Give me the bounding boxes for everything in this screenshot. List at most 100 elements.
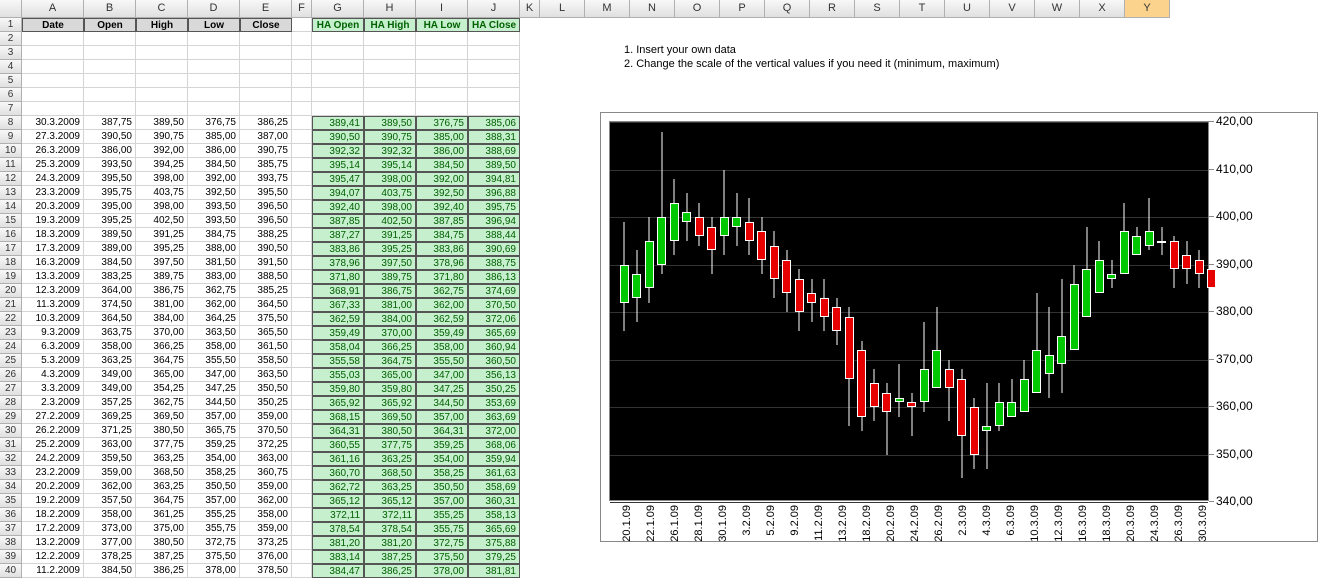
row-header-22[interactable]: 22 (0, 312, 22, 326)
col-header-C[interactable]: C (136, 0, 188, 18)
cell-F9[interactable] (292, 130, 312, 144)
cell-I35[interactable]: 357,00 (416, 494, 468, 508)
cell-B24[interactable]: 358,00 (84, 340, 136, 354)
col-header-J[interactable]: J (468, 0, 520, 18)
cell-G16[interactable]: 387,27 (312, 228, 364, 242)
cell-B16[interactable]: 389,50 (84, 228, 136, 242)
cell-E10[interactable]: 390,75 (240, 144, 292, 158)
cell-E19[interactable]: 388,50 (240, 270, 292, 284)
cell-H24[interactable]: 366,25 (364, 340, 416, 354)
cell-J36[interactable]: 358,13 (468, 508, 520, 522)
row-header-1[interactable]: 1 (0, 18, 22, 32)
cell-E20[interactable]: 385,25 (240, 284, 292, 298)
cell-F24[interactable] (292, 340, 312, 354)
col-header-Q[interactable]: Q (765, 0, 810, 18)
cell-C15[interactable]: 402,50 (136, 214, 188, 228)
cell-I15[interactable]: 387,85 (416, 214, 468, 228)
cell-D24[interactable]: 358,00 (188, 340, 240, 354)
cell-D7[interactable] (188, 102, 240, 116)
cell-I30[interactable]: 364,31 (416, 424, 468, 438)
cell-G25[interactable]: 355,58 (312, 354, 364, 368)
cell-D33[interactable]: 358,25 (188, 466, 240, 480)
cell-A8[interactable]: 30.3.2009 (22, 116, 84, 130)
cell-I34[interactable]: 350,50 (416, 480, 468, 494)
cell-E35[interactable]: 362,00 (240, 494, 292, 508)
col-header-B[interactable]: B (84, 0, 136, 18)
row-header-40[interactable]: 40 (0, 564, 22, 578)
cell-C25[interactable]: 364,75 (136, 354, 188, 368)
cell-C34[interactable]: 363,25 (136, 480, 188, 494)
cell-F28[interactable] (292, 396, 312, 410)
cell-H4[interactable] (364, 60, 416, 74)
row-header-3[interactable]: 3 (0, 46, 22, 60)
cell-C12[interactable]: 398,00 (136, 172, 188, 186)
cell-E34[interactable]: 359,00 (240, 480, 292, 494)
cell-H22[interactable]: 384,00 (364, 312, 416, 326)
cell-H10[interactable]: 392,32 (364, 144, 416, 158)
cell-F17[interactable] (292, 242, 312, 256)
cell-A4[interactable] (22, 60, 84, 74)
cell-C33[interactable]: 368,50 (136, 466, 188, 480)
cell-E16[interactable]: 388,25 (240, 228, 292, 242)
row-header-33[interactable]: 33 (0, 466, 22, 480)
cell-F10[interactable] (292, 144, 312, 158)
cell-H27[interactable]: 359,80 (364, 382, 416, 396)
cell-H36[interactable]: 372,11 (364, 508, 416, 522)
cell-B10[interactable]: 386,00 (84, 144, 136, 158)
cell-B38[interactable]: 377,00 (84, 536, 136, 550)
cell-A7[interactable] (22, 102, 84, 116)
cell-G28[interactable]: 365,92 (312, 396, 364, 410)
col-header-U[interactable]: U (945, 0, 990, 18)
cell-H7[interactable] (364, 102, 416, 116)
cell-A23[interactable]: 9.3.2009 (22, 326, 84, 340)
row-header-30[interactable]: 30 (0, 424, 22, 438)
cell-I31[interactable]: 359,25 (416, 438, 468, 452)
row-header-27[interactable]: 27 (0, 382, 22, 396)
cell-E3[interactable] (240, 46, 292, 60)
cell-C2[interactable] (136, 32, 188, 46)
cell-F36[interactable] (292, 508, 312, 522)
cell-H8[interactable]: 389,50 (364, 116, 416, 130)
cell-E28[interactable]: 350,25 (240, 396, 292, 410)
cell-I9[interactable]: 385,00 (416, 130, 468, 144)
cell-I25[interactable]: 355,50 (416, 354, 468, 368)
row-header-13[interactable]: 13 (0, 186, 22, 200)
cell-E14[interactable]: 396,50 (240, 200, 292, 214)
cell-J38[interactable]: 375,88 (468, 536, 520, 550)
cell-B21[interactable]: 374,50 (84, 298, 136, 312)
cell-B36[interactable]: 358,00 (84, 508, 136, 522)
cell-F29[interactable] (292, 410, 312, 424)
cell-J29[interactable]: 363,69 (468, 410, 520, 424)
cell-G26[interactable]: 355,03 (312, 368, 364, 382)
cell-F27[interactable] (292, 382, 312, 396)
col-header-N[interactable]: N (630, 0, 675, 18)
cell-H32[interactable]: 363,25 (364, 452, 416, 466)
cell-E29[interactable]: 359,00 (240, 410, 292, 424)
cell-A40[interactable]: 11.2.2009 (22, 564, 84, 578)
cell-E39[interactable]: 376,00 (240, 550, 292, 564)
cell-H9[interactable]: 390,75 (364, 130, 416, 144)
cell-A38[interactable]: 13.2.2009 (22, 536, 84, 550)
cell-F38[interactable] (292, 536, 312, 550)
cell-J4[interactable] (468, 60, 520, 74)
cell-F26[interactable] (292, 368, 312, 382)
row-header-16[interactable]: 16 (0, 228, 22, 242)
cell-C23[interactable]: 370,00 (136, 326, 188, 340)
row-header-26[interactable]: 26 (0, 368, 22, 382)
cell-A19[interactable]: 13.3.2009 (22, 270, 84, 284)
cell-J19[interactable]: 386,13 (468, 270, 520, 284)
cell-F5[interactable] (292, 74, 312, 88)
cell-G24[interactable]: 358,04 (312, 340, 364, 354)
cell-G6[interactable] (312, 88, 364, 102)
cell-G11[interactable]: 395,14 (312, 158, 364, 172)
cell-A6[interactable] (22, 88, 84, 102)
cell-J18[interactable]: 388,75 (468, 256, 520, 270)
cell-C9[interactable]: 390,75 (136, 130, 188, 144)
cell-C11[interactable]: 394,25 (136, 158, 188, 172)
cell-F32[interactable] (292, 452, 312, 466)
cell-F19[interactable] (292, 270, 312, 284)
cell-E5[interactable] (240, 74, 292, 88)
cell-F35[interactable] (292, 494, 312, 508)
row-header-28[interactable]: 28 (0, 396, 22, 410)
cell-C39[interactable]: 387,25 (136, 550, 188, 564)
